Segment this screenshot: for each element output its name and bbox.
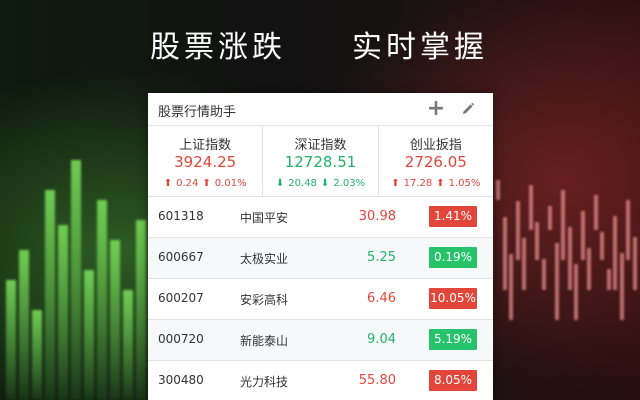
decorative-candle	[580, 211, 585, 260]
index-change-percent: 0.01%	[214, 178, 247, 189]
index-name: 上证指数	[179, 138, 232, 153]
stock-panel: 股票行情助手 + 上证指数 3924.25 ⬆ 0.24 ⬆ 0.01% 深证指数 12728…	[148, 93, 493, 400]
stock-price: 6.46	[367, 291, 396, 306]
stock-list: 601318 中国平安 30.98 1.41% 600667 太极实业 5.25 0.19% 6…	[148, 197, 493, 400]
panel-title: 股票行情助手	[158, 105, 237, 120]
edit-button[interactable]	[457, 98, 479, 120]
index-change-value: 0.24	[176, 178, 199, 189]
stock-row[interactable]: 300480 光力科技 55.80 8.05%	[148, 361, 493, 400]
index-change-percent: 1.05%	[448, 178, 481, 189]
decorative-bar	[97, 200, 107, 400]
plus-icon: +	[426, 96, 446, 121]
decorative-candle	[502, 217, 507, 290]
hero-slogan-right: 实时掌握	[352, 30, 488, 65]
decorative-bar	[136, 220, 146, 400]
index-name: 深证指数	[294, 138, 347, 153]
decorative-bar	[71, 160, 81, 400]
stock-row[interactable]: 601318 中国平安 30.98 1.41%	[148, 197, 493, 238]
arrow-down-icon: ⬇	[320, 178, 330, 189]
decorative-candle	[593, 195, 598, 230]
stock-row[interactable]: 600207 安彩高科 6.46 10.05%	[148, 279, 493, 320]
decorative-candle	[587, 248, 591, 290]
stock-code: 600667	[158, 250, 204, 264]
index-change-value: 17.28	[403, 178, 433, 189]
decorative-candle	[574, 264, 578, 320]
decorative-bar	[32, 310, 42, 400]
stock-name: 太极实业	[240, 252, 289, 266]
decorative-candle	[600, 232, 604, 260]
stock-name: 中国平安	[240, 211, 289, 225]
arrow-up-icon: ⬆	[202, 178, 211, 189]
decorative-candle	[567, 227, 572, 290]
stock-row[interactable]: 000720 新能泰山 9.04 5.19%	[148, 320, 493, 361]
decorative-candle	[496, 180, 500, 200]
index-change: ⬆ 17.28 ⬆ 1.05%	[379, 178, 493, 192]
index-value: 2726.05	[404, 153, 467, 171]
decorative-candle	[554, 243, 559, 320]
change-percent-badge: 1.41%	[429, 206, 477, 227]
decorative-candle	[509, 254, 513, 320]
index-value: 3924.25	[174, 153, 237, 171]
decorative-bar	[84, 270, 94, 400]
index-change-percent: 2.03%	[333, 178, 366, 189]
decorative-candle	[528, 185, 533, 230]
stock-price: 55.80	[358, 373, 396, 388]
stock-price: 9.04	[367, 332, 396, 347]
index-change-value: 20.48	[288, 178, 317, 189]
decorative-green-bars	[0, 140, 150, 400]
stock-name: 新能泰山	[240, 334, 289, 348]
stock-code: 601318	[158, 209, 204, 223]
pencil-icon	[463, 102, 475, 114]
decorative-bar	[58, 225, 68, 400]
index-value: 12728.51	[284, 153, 357, 171]
change-percent-badge: 10.05%	[429, 288, 477, 309]
index-change: ⬆ 0.24 ⬆ 0.01%	[148, 178, 262, 192]
index-card[interactable]: 深证指数 12728.51 ⬇ 20.48 ⬇ 2.03%	[262, 126, 377, 196]
change-percent-badge: 0.19%	[429, 247, 477, 268]
stock-name: 光力科技	[240, 375, 289, 389]
decorative-bar	[110, 240, 120, 400]
arrow-up-icon: ⬆	[391, 178, 400, 189]
stock-price: 30.98	[358, 209, 396, 224]
index-card[interactable]: 创业扳指 2726.05 ⬆ 17.28 ⬆ 1.05%	[377, 126, 493, 196]
stock-row[interactable]: 600667 太极实业 5.25 0.19%	[148, 238, 493, 279]
index-card[interactable]: 上证指数 3924.25 ⬆ 0.24 ⬆ 0.01%	[148, 126, 262, 196]
decorative-candle	[632, 237, 637, 290]
decorative-candle	[619, 253, 624, 320]
decorative-candle	[626, 200, 630, 260]
panel-header: 股票行情助手 +	[148, 93, 493, 126]
decorative-candle	[561, 190, 565, 260]
change-percent-badge: 8.05%	[429, 370, 477, 391]
add-stock-button[interactable]: +	[425, 98, 447, 120]
decorative-bar	[19, 250, 29, 400]
arrow-up-icon: ⬆	[163, 178, 173, 189]
stock-code: 300480	[158, 373, 204, 387]
arrow-down-icon: ⬇	[275, 178, 285, 189]
stock-code: 600207	[158, 291, 204, 305]
stock-price: 5.25	[367, 250, 396, 265]
stock-code: 000720	[158, 332, 204, 346]
decorative-red-candles	[490, 150, 640, 400]
decorative-candle	[613, 216, 617, 290]
decorative-candle	[515, 201, 520, 260]
decorative-bar	[45, 190, 55, 400]
stock-name: 安彩高科	[240, 293, 289, 307]
decorative-candle	[548, 206, 552, 230]
decorative-candle	[606, 269, 611, 290]
hero-banner: 股票涨跌 实时掌握	[0, 22, 640, 82]
decorative-candle	[535, 222, 539, 260]
change-percent-badge: 5.19%	[429, 329, 477, 350]
decorative-bar	[123, 290, 133, 400]
index-name: 创业扳指	[409, 138, 462, 153]
decorative-bar	[6, 280, 16, 400]
decorative-candle	[522, 238, 526, 290]
hero-slogan-left: 股票涨跌	[150, 30, 286, 65]
arrow-up-icon: ⬆	[436, 178, 445, 189]
decorative-candle	[541, 259, 546, 290]
index-summary: 上证指数 3924.25 ⬆ 0.24 ⬆ 0.01% 深证指数 12728.51 ⬇ 20.48…	[148, 126, 493, 197]
index-change: ⬇ 20.48 ⬇ 2.03%	[263, 178, 377, 192]
